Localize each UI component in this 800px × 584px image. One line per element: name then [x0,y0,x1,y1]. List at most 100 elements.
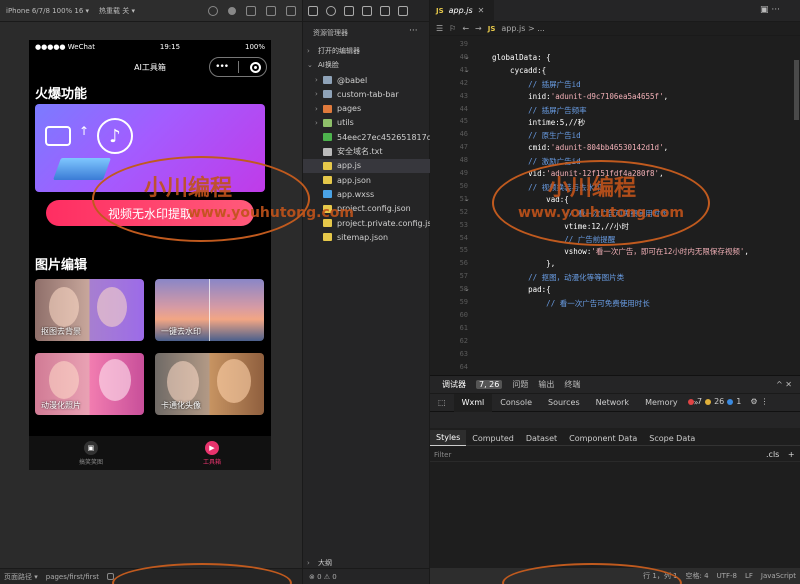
page-path-label[interactable]: 页面路径 ▾ [4,572,38,582]
styles-filter-input[interactable]: Filter [430,448,800,462]
line-number: 49 [459,169,468,177]
simulator-toolbar: iPhone 6/7/8 100% 16 ▾ 热重载 关 ▾ [0,0,302,22]
tab-dataset[interactable]: Dataset [520,430,563,446]
more-icon[interactable]: ··· [409,26,418,36]
line-gutter: 39 40 ⌄ 41 ⌄ 42 43 44 45 46 47 48 49 50 51 ⌄ 52 53 54 55 56 5… [430,38,484,375]
file-item[interactable]: app.json [303,173,431,187]
hot-reload-toggle[interactable]: 热重载 关 ▾ [99,6,135,16]
code-token: // 原生广告id [492,131,581,141]
tile-anime-photo[interactable]: 动漫化照片 [35,353,144,415]
fold-icon[interactable]: ⌄ [464,195,470,203]
page-path: pages/first/first [45,572,99,581]
line-number: 54 [459,233,468,242]
code-token: cmid: [492,143,551,153]
project-section[interactable]: ⌄ AI换脸 [307,58,431,71]
source-control-icon[interactable] [344,5,354,16]
screen-icon[interactable] [286,5,296,16]
tab-label: 工具箱 [202,458,221,466]
volume-icon[interactable] [266,5,276,16]
add-rule-icon[interactable]: + [788,450,795,459]
back-icon[interactable]: ← [462,24,469,33]
tab-computed[interactable]: Computed [466,430,520,446]
tab-toolbox[interactable]: ▶ 工具箱 [202,440,221,466]
list-icon[interactable]: ☰ [436,24,443,33]
tab-terminal[interactable]: 终端 [564,379,580,390]
tab-sources[interactable]: Sources [540,394,588,412]
extensions-icon[interactable] [380,5,390,16]
record-icon[interactable] [228,6,236,15]
language-mode[interactable]: JavaScript [761,572,796,580]
tile-remove-background[interactable]: 抠图去背景 [35,279,144,341]
tab-funny[interactable]: ▣ 搞笑笑图 [79,440,103,466]
code-line: // 看一次广告可免费使用时长 [492,298,650,309]
fold-icon[interactable]: ⌄ [464,53,470,61]
line-number: 52 [459,207,468,216]
folder-icon [323,90,332,99]
kebab-icon[interactable]: ⋮ [761,397,769,406]
tab-memory[interactable]: Memory [637,394,686,412]
warning-icon [705,398,712,405]
debug-icon[interactable] [362,5,372,16]
tile-remove-watermark[interactable]: 一键去水印 [155,279,264,341]
phone-icon[interactable] [246,5,256,16]
code-token: '看一次广告，即可在12小时内无限保存视频' [591,247,745,257]
close-icon[interactable]: ✕ [478,6,485,15]
line-number: 57 [459,272,468,281]
code-line: pad:{ [492,285,551,294]
file-item[interactable]: 54eec27ec452651817d... [303,130,431,144]
devtools-status[interactable]: 7 26 1 ⚙ ⋮ [688,397,769,406]
tab-component-data[interactable]: Component Data [563,430,643,446]
bookmark-icon[interactable]: ⚐ [449,24,456,33]
files-icon[interactable] [308,5,318,16]
open-editors-section[interactable]: › 打开的编辑器 [307,44,431,57]
elements-pane: Styles Computed Dataset Component Data S… [430,428,800,569]
play-icon: ▶ [204,440,219,455]
fold-icon[interactable]: ⌄ [464,285,470,293]
problems-count[interactable]: ⊗ 0 ⚠ 0 [303,568,431,584]
tab-network[interactable]: Network [588,394,637,412]
line-number: 53 [459,220,468,229]
tab-styles[interactable]: Styles [430,430,467,446]
file-item[interactable]: app.js [303,158,431,173]
code-line: // 抠图，动漫化等等图片类 [492,272,624,283]
close-mini-program-icon[interactable] [249,61,261,73]
tab-app-js[interactable]: JS app.js ✕ [430,0,495,22]
tile-cartoon-avatar[interactable]: 卡通化头像 [155,353,264,415]
cls-toggle[interactable]: .cls [766,450,779,459]
file-item[interactable]: app.wxss [303,187,431,201]
file-item[interactable]: sitemap.json [303,230,431,244]
tab-debugger[interactable]: 调试器 [442,379,466,390]
tab-output[interactable]: 输出 [538,379,554,390]
indent-setting[interactable]: 空格: 4 [686,571,709,581]
tile-label: 一键去水印 [161,327,201,336]
panel-controls[interactable]: ^ ✕ [776,380,800,389]
remote-icon[interactable] [398,5,408,16]
gear-icon[interactable]: ⚙ [750,397,757,406]
line-number: 44 [459,104,468,113]
folder-item[interactable]: › custom-tab-bar [303,87,431,101]
encoding[interactable]: UTF-8 [717,572,737,580]
forward-icon[interactable]: → [475,24,482,33]
line-ending[interactable]: LF [745,572,753,580]
folder-item[interactable]: › @babel [303,73,431,87]
breadcrumb-path[interactable]: app.js > ... [501,24,544,33]
code-line: intime:5,//秒 [492,117,585,128]
more-icon[interactable]: ••• [215,62,229,72]
fold-icon[interactable]: ⌄ [464,66,470,74]
tab-console[interactable]: Console [492,394,540,412]
refresh-icon[interactable] [208,5,218,16]
device-select[interactable]: iPhone 6/7/8 100% 16 ▾ [6,7,89,15]
tab-wxml[interactable]: Wxml [453,393,493,412]
editor-scrollbar[interactable] [794,60,799,120]
search-icon[interactable] [326,5,336,16]
menu-capsule[interactable]: ••• [209,57,267,77]
folder-item[interactable]: › pages [303,102,431,116]
code-line: }, [492,259,555,268]
tab-scope-data[interactable]: Scope Data [643,430,701,446]
tab-problems[interactable]: 问题 [512,379,528,390]
inspect-icon[interactable]: ⬚ [430,394,454,412]
editor-actions[interactable]: ▣ ··· [760,5,780,15]
file-item[interactable]: 安全域名.txt [303,145,431,159]
folder-item[interactable]: › utils [303,116,431,130]
code-line: cycadd:{ [492,66,546,75]
